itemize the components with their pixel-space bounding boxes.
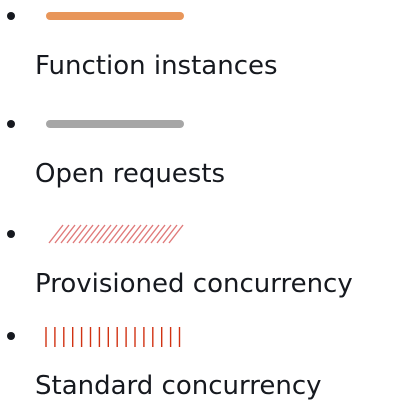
legend-item-standard-concurrency: Standard concurrency: [0, 312, 394, 410]
hatch-stroke: [168, 224, 184, 244]
bullet-icon: [7, 120, 15, 128]
legend-item-function-instances: Function instances: [0, 0, 394, 100]
hatch-stroke: [72, 224, 88, 244]
bullet-icon: [7, 332, 15, 340]
hatch-stroke: [144, 224, 160, 244]
hatch-stroke: [162, 224, 178, 244]
hatch-stroke: [120, 224, 136, 244]
legend-swatch-standard-concurrency: [45, 326, 185, 348]
solid-line-grey-icon: [46, 120, 184, 128]
hatch-stroke: [90, 224, 106, 244]
hatch-stroke: [54, 224, 70, 244]
legend-label-open-requests: Open requests: [35, 159, 226, 189]
hatch-stroke: [96, 224, 112, 244]
legend-swatch-open-requests: [45, 116, 185, 132]
hatch-stroke: [108, 224, 124, 244]
hatch-stroke: [48, 224, 64, 244]
legend-swatch-provisioned-concurrency: [45, 224, 185, 244]
hatch-stroke: [150, 224, 166, 244]
chart-legend: Function instances Open requests Provisi…: [0, 0, 394, 410]
legend-label-standard-concurrency: Standard concurrency: [35, 371, 322, 401]
solid-line-orange-icon: [46, 12, 184, 20]
bullet-icon: [7, 230, 15, 238]
legend-label-function-instances: Function instances: [35, 51, 278, 81]
legend-item-provisioned-concurrency: Provisioned concurrency: [0, 212, 394, 312]
hatch-stroke: [156, 224, 172, 244]
hatch-stroke: [84, 224, 100, 244]
legend-swatch-function-instances: [45, 8, 185, 24]
legend-label-provisioned-concurrency: Provisioned concurrency: [35, 269, 353, 299]
hatch-stroke: [114, 224, 130, 244]
legend-item-open-requests: Open requests: [0, 104, 394, 204]
vertical-hatch-pattern-icon: [45, 327, 181, 347]
hatch-stroke: [126, 224, 142, 244]
hatch-stroke: [78, 224, 94, 244]
hatch-stroke: [138, 224, 154, 244]
hatch-stroke: [132, 224, 148, 244]
hatch-stroke: [102, 224, 118, 244]
hatch-stroke: [60, 224, 76, 244]
bullet-icon: [7, 12, 15, 20]
hatch-stroke: [66, 224, 82, 244]
diagonal-hatch-pattern-icon: [48, 224, 184, 244]
